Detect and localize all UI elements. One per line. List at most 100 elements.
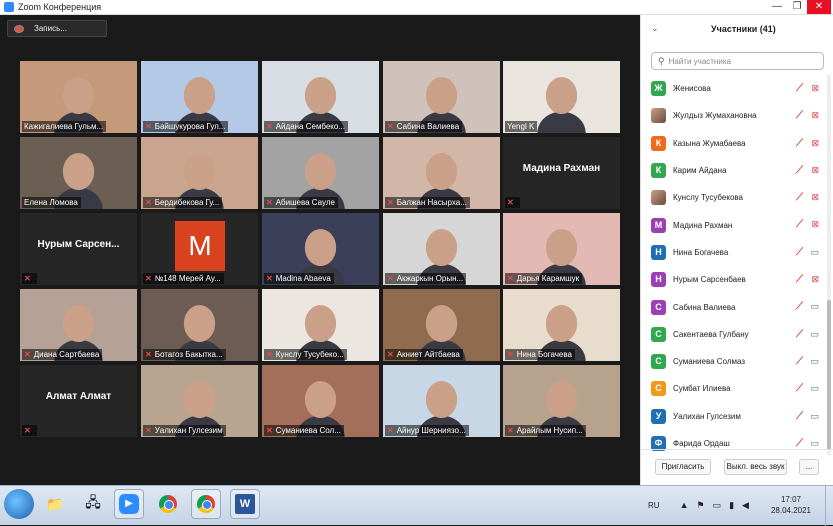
video-tile[interactable]: ✕ Кунслу Тусубеко... <box>262 289 379 361</box>
mic-muted-icon: ⟋ <box>796 301 803 313</box>
maximize-button[interactable]: ❐ <box>787 0 807 14</box>
participant-row[interactable]: Жулдыз Жумахановна ⟋ ⊠ <box>641 102 827 129</box>
video-tile[interactable]: ✕ Акжаркын Орын... <box>383 213 500 285</box>
participant-name: Сабина Валиева <box>673 302 736 312</box>
minimize-button[interactable]: — <box>767 0 787 14</box>
participant-avatar: У <box>651 408 666 424</box>
record-icon <box>14 24 24 33</box>
chevron-down-icon[interactable]: ⌄ <box>651 23 659 34</box>
participant-list-scrollbar[interactable] <box>827 75 831 455</box>
mic-muted-icon: ✕ <box>387 122 394 131</box>
more-button[interactable]: ... <box>799 459 819 475</box>
participant-row[interactable]: С Сакентаева Гулбану ⟋ ▭ <box>641 321 827 348</box>
participant-row[interactable]: У Уалихан Гулсезим ⟋ ▭ <box>641 403 827 430</box>
search-placeholder: Найти участника <box>668 56 731 66</box>
video-tile[interactable]: ✕ Акниет Айтбаева <box>383 289 500 361</box>
participant-row[interactable]: Ж Женисова ⟋ ⊠ <box>641 75 827 102</box>
video-tile[interactable]: M ✕ №148 Мерей Ау... <box>141 213 258 285</box>
zoom-icon: ▶ <box>119 494 139 514</box>
participant-nameplate: ✕ Ботагоз Бакытка... <box>143 349 226 360</box>
mic-muted-icon: ✕ <box>24 274 31 283</box>
explorer-icon[interactable]: 📁 <box>40 489 70 519</box>
participant-row[interactable]: Кунслу Тусубекова ⟋ ⊠ <box>641 184 827 211</box>
video-tile[interactable]: Yengl K <box>503 61 620 133</box>
mic-muted-icon: ⟋ <box>796 219 803 231</box>
invite-button[interactable]: Пригласить <box>655 459 711 475</box>
participant-row[interactable]: С Сабина Валиева ⟋ ▭ <box>641 293 827 320</box>
participant-name: Диана Сартбаева <box>33 350 100 359</box>
participant-avatar: М <box>651 217 666 233</box>
video-tile[interactable]: Мадина Рахман ✕ <box>503 137 620 209</box>
video-tile[interactable]: Кажигалиева Гульм... <box>20 61 137 133</box>
participant-name: Ботагоз Бакытка... <box>154 350 223 359</box>
signal-icon[interactable]: ▮ <box>729 500 734 511</box>
video-tile[interactable]: ✕ Арайлым Нусип... <box>503 365 620 437</box>
mic-muted-icon: ✕ <box>145 426 152 435</box>
video-gallery: Запись... Кажигалиева Гульм... ✕ Байшукуро… <box>0 15 640 485</box>
video-tile[interactable]: ✕ Абишева Сауле <box>262 137 379 209</box>
mic-muted-icon: ⟋ <box>796 274 803 286</box>
participant-row[interactable]: К Карим Айдана ⟋ ⊠ <box>641 157 827 184</box>
zoom-taskbar-icon[interactable]: ▶ <box>114 489 144 519</box>
participant-row[interactable]: С Суманиева Солмаз ⟋ ▭ <box>641 348 827 375</box>
system-tray: RU ▲ ⚑ ▭ ▮ ◀ 17:07 28.04.2021 <box>648 489 827 521</box>
video-tile[interactable]: ✕ Дарья Карамшук <box>503 213 620 285</box>
participant-nameplate: Елена Ломова <box>22 197 81 208</box>
close-button[interactable]: ✕ <box>807 0 831 14</box>
video-tile[interactable]: ✕ Айнур Шерниязо... <box>383 365 500 437</box>
video-tile[interactable]: ✕ Айдана Сембеко... <box>262 61 379 133</box>
camera-icon: ▭ <box>810 355 819 366</box>
video-tile[interactable]: Нурым Сарсен... ✕ <box>20 213 137 285</box>
participant-display-name: Нурым Сарсен... <box>37 239 120 250</box>
video-tile[interactable]: ✕ Madina Abaeva <box>262 213 379 285</box>
video-tile[interactable]: ✕ Уалихан Гулсезим <box>141 365 258 437</box>
network-app-icon[interactable]: 🖧 <box>78 489 108 519</box>
mic-muted-icon: ⟋ <box>796 410 803 422</box>
mic-muted-icon: ⟋ <box>796 437 803 449</box>
video-tile[interactable]: Алмат Алмат ✕ <box>20 365 137 437</box>
scrollbar-thumb[interactable] <box>827 300 831 450</box>
mute-all-button[interactable]: Выкл. весь звук <box>724 459 787 475</box>
participant-row[interactable]: Н Нурым Сарсенбаев ⟋ ⊠ <box>641 266 827 293</box>
mic-muted-icon: ✕ <box>24 426 31 435</box>
flag-icon[interactable]: ⚑ <box>696 500 704 511</box>
participant-name: Бердибекова Гу... <box>154 198 220 207</box>
video-tile[interactable]: ✕ Байшукурова Гул... <box>141 61 258 133</box>
video-tile[interactable]: ✕ Нина Богачева <box>503 289 620 361</box>
clock[interactable]: 17:07 28.04.2021 <box>771 494 811 516</box>
battery-icon[interactable]: ▭ <box>713 500 722 511</box>
start-button[interactable] <box>4 489 34 519</box>
tray-expand-icon[interactable]: ▲ <box>680 500 689 510</box>
participant-row[interactable]: М Мадина Рахман ⟋ ⊠ <box>641 211 827 238</box>
video-tile[interactable]: ✕ Диана Сартбаева <box>20 289 137 361</box>
mic-muted-icon: ✕ <box>266 426 273 435</box>
participant-nameplate: ✕ Кунслу Тусубеко... <box>264 349 347 360</box>
participant-name: Нурым Сарсенбаев <box>673 275 746 285</box>
record-button[interactable]: Запись... <box>7 20 107 37</box>
video-tile[interactable]: Елена Ломова <box>20 137 137 209</box>
word-icon[interactable]: W <box>230 489 260 519</box>
chrome-window-icon[interactable] <box>191 489 221 519</box>
participant-search-input[interactable]: ⚲ Найти участника <box>651 52 824 70</box>
language-indicator[interactable]: RU <box>648 501 660 510</box>
participant-row[interactable]: Н Нина Богачева ⟋ ▭ <box>641 239 827 266</box>
participant-name: Сакентаева Гулбану <box>673 329 749 339</box>
mic-muted-icon: ✕ <box>145 350 152 359</box>
chrome-icon[interactable] <box>153 489 183 519</box>
show-desktop-button[interactable] <box>825 486 833 526</box>
video-tile[interactable]: ✕ Бердибекова Гу... <box>141 137 258 209</box>
video-tile[interactable]: ✕ Суманиева Сол... <box>262 365 379 437</box>
video-tile[interactable]: ✕ Балжан Насырха... <box>383 137 500 209</box>
volume-icon[interactable]: ◀ <box>742 500 749 511</box>
video-tile[interactable]: ✕ Ботагоз Бакытка... <box>141 289 258 361</box>
video-tile[interactable]: ✕ Сабина Валиева <box>383 61 500 133</box>
participant-nameplate: ✕ Абишева Сауле <box>264 197 338 208</box>
participant-row[interactable]: С Сумбат Илиева ⟋ ▭ <box>641 375 827 402</box>
participant-name: Суманиева Сол... <box>275 426 341 435</box>
participant-nameplate: ✕ Айнур Шерниязо... <box>385 425 469 436</box>
mic-muted-icon: ✕ <box>507 274 514 283</box>
participant-row[interactable]: К Казына Жумабаева ⟋ ⊠ <box>641 130 827 157</box>
mic-muted-icon: ⟋ <box>796 83 803 94</box>
record-label: Запись... <box>34 24 67 33</box>
participant-name: Сабина Валиева <box>396 122 460 131</box>
